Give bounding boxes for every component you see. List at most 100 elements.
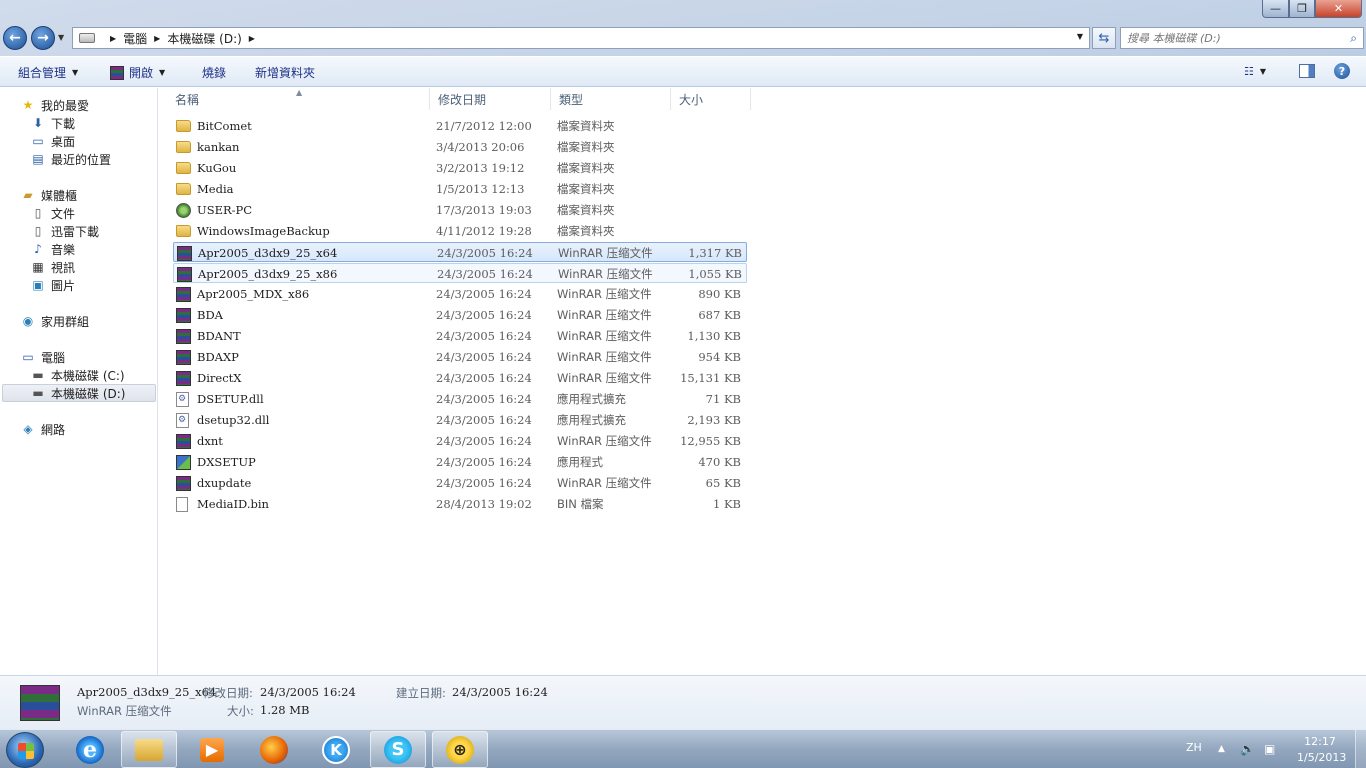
network-status-icon[interactable]: ▣ xyxy=(1264,742,1275,756)
organize-button[interactable]: 組合管理 ▼ xyxy=(18,64,78,81)
details-filetype: WinRAR 压缩文件 xyxy=(77,704,172,718)
file-row[interactable]: BDA 24/3/2005 16:24 WinRAR 压缩文件 687 KB xyxy=(173,305,747,325)
nav-videos[interactable]: ▦ 視訊 xyxy=(30,258,75,276)
homegroup-icon: ◉ xyxy=(22,314,34,328)
file-name: kankan xyxy=(197,140,240,154)
breadcrumb-drive-d[interactable]: 本機磁碟 (D:) xyxy=(167,30,241,47)
column-date[interactable]: 修改日期 xyxy=(430,88,551,110)
file-date: 24/3/2005 16:24 xyxy=(437,267,533,281)
taskbar-media-player[interactable]: ▶ xyxy=(184,731,240,768)
language-indicator[interactable]: ZH xyxy=(1186,741,1202,754)
show-desktop-button[interactable] xyxy=(1355,730,1366,768)
nav-label: 圖片 xyxy=(51,278,76,293)
nav-documents[interactable]: ▯ 文件 xyxy=(30,204,75,222)
nav-computer[interactable]: ▭ 電腦 xyxy=(20,348,65,366)
taskbar-skype[interactable]: S xyxy=(370,731,426,768)
file-row[interactable]: dxnt 24/3/2005 16:24 WinRAR 压缩文件 12,955 KB xyxy=(173,431,747,451)
file-row[interactable]: USER-PC 17/3/2013 19:03 檔案資料夾 xyxy=(173,200,747,220)
close-button[interactable]: ✕ xyxy=(1315,0,1362,18)
search-box[interactable]: ⌕ xyxy=(1120,27,1364,49)
recent-pages-dropdown[interactable]: ▼ xyxy=(58,33,64,42)
file-row[interactable]: kankan 3/4/2013 20:06 檔案資料夾 xyxy=(173,137,747,157)
nav-pictures[interactable]: ▣ 圖片 xyxy=(30,276,75,294)
change-view-button[interactable]: ☷ ▼ xyxy=(1244,65,1266,78)
address-dropdown-icon[interactable]: ▼ xyxy=(1077,32,1083,41)
file-row[interactable]: WindowsImageBackup 4/11/2012 19:28 檔案資料夾 xyxy=(173,221,747,241)
nav-drive-c[interactable]: ▬ 本機磁碟 (C:) xyxy=(30,366,125,384)
chevron-right-icon[interactable]: ▶ xyxy=(249,34,255,43)
file-name: Apr2005_d3dx9_25_x86 xyxy=(198,267,338,281)
winrar-archive-icon xyxy=(176,286,191,302)
column-type[interactable]: 類型 xyxy=(551,88,671,110)
maximize-button[interactable]: ❐ xyxy=(1289,0,1315,18)
file-row[interactable]: DSETUP.dll 24/3/2005 16:24 應用程式擴充 71 KB xyxy=(173,389,747,409)
forward-button[interactable]: → xyxy=(31,26,55,50)
clock-date[interactable]: 1/5/2013 xyxy=(1297,751,1346,764)
preview-pane-button[interactable] xyxy=(1299,64,1315,78)
file-type: WinRAR 压缩文件 xyxy=(557,308,652,322)
music-icon: ♪ xyxy=(34,242,42,256)
file-row[interactable]: dsetup32.dll 24/3/2005 16:24 應用程式擴充 2,193 K… xyxy=(173,410,747,430)
nav-downloads[interactable]: ⬇ 下載 xyxy=(30,114,75,132)
taskbar-explorer[interactable] xyxy=(121,731,177,768)
file-row[interactable]: DirectX 24/3/2005 16:24 WinRAR 压缩文件 15,131 … xyxy=(173,368,747,388)
help-button[interactable]: ? xyxy=(1334,63,1350,79)
nav-network[interactable]: ◈ 網路 xyxy=(20,420,65,438)
file-row[interactable]: BDAXP 24/3/2005 16:24 WinRAR 压缩文件 954 KB xyxy=(173,347,747,367)
network-icon: ◈ xyxy=(23,422,33,436)
nav-xunlei[interactable]: ▯ 迅雷下載 xyxy=(30,222,99,240)
nav-libraries[interactable]: ▰ 媒體櫃 xyxy=(20,186,77,204)
file-row[interactable]: dxupdate 24/3/2005 16:24 WinRAR 压缩文件 65 KB xyxy=(173,473,747,493)
open-button[interactable]: 開啟 ▼ xyxy=(110,64,165,81)
volume-icon[interactable]: 🔈 xyxy=(1240,742,1255,756)
file-date: 1/5/2013 12:13 xyxy=(436,182,525,196)
taskbar-ie[interactable]: e xyxy=(62,731,118,768)
nav-recent[interactable]: ▤ 最近的位置 xyxy=(30,150,111,168)
file-row[interactable]: DXSETUP 24/3/2005 16:24 應用程式 470 KB xyxy=(173,452,747,472)
nav-label: 本機磁碟 (C:) xyxy=(51,368,125,383)
chevron-right-icon[interactable]: ▶ xyxy=(154,34,160,43)
column-size[interactable]: 大小 xyxy=(671,88,751,110)
download-folder-icon: ⬇ xyxy=(32,116,44,130)
file-name: KuGou xyxy=(197,161,237,175)
file-name: DirectX xyxy=(197,371,242,385)
taskbar-network-app[interactable]: ⊕ xyxy=(432,731,488,768)
file-row[interactable]: BitComet 21/7/2012 12:00 檔案資料夾 xyxy=(173,116,747,136)
nav-homegroup[interactable]: ◉ 家用群組 xyxy=(20,312,89,330)
file-row[interactable]: Apr2005_d3dx9_25_x64 24/3/2005 16:24 WinRA… xyxy=(173,242,747,262)
new-folder-button[interactable]: 新增資料夾 xyxy=(255,64,315,81)
minimize-button[interactable]: — xyxy=(1262,0,1289,18)
nav-drive-d[interactable]: ▬ 本機磁碟 (D:) xyxy=(2,384,156,402)
breadcrumb-computer[interactable]: 電腦 xyxy=(123,30,147,47)
address-bar[interactable]: ▶ 電腦 ▶ 本機磁碟 (D:) ▶ ▼ xyxy=(72,27,1090,49)
refresh-button[interactable]: ⇆ xyxy=(1092,27,1116,49)
file-type: WinRAR 压缩文件 xyxy=(557,476,652,490)
file-row[interactable]: BDANT 24/3/2005 16:24 WinRAR 压缩文件 1,130 KB xyxy=(173,326,747,346)
clock-time[interactable]: 12:17 xyxy=(1297,735,1343,748)
search-input[interactable] xyxy=(1127,31,1337,45)
video-icon: ▦ xyxy=(32,260,44,274)
file-row[interactable]: KuGou 3/2/2013 19:12 檔案資料夾 xyxy=(173,158,747,178)
start-button[interactable] xyxy=(6,732,44,768)
chevron-right-icon[interactable]: ▶ xyxy=(110,34,116,43)
details-pane: Apr2005_d3dx9_25_x64 WinRAR 压缩文件 修改日期: 2… xyxy=(0,675,1366,729)
file-size: 1,055 KB xyxy=(688,267,742,281)
file-row[interactable]: Media 1/5/2013 12:13 檔案資料夾 xyxy=(173,179,747,199)
arrow-right-icon: → xyxy=(37,30,49,46)
nav-favorites[interactable]: ★ 我的最愛 xyxy=(20,96,89,114)
taskbar-firefox[interactable] xyxy=(246,731,302,768)
file-row[interactable]: Apr2005_d3dx9_25_x86 24/3/2005 16:24 WinRA… xyxy=(173,263,747,283)
burn-button[interactable]: 燒錄 xyxy=(202,64,226,81)
nav-music[interactable]: ♪ 音樂 xyxy=(30,240,75,258)
search-icon[interactable]: ⌕ xyxy=(1350,31,1357,46)
nav-desktop[interactable]: ▭ 桌面 xyxy=(30,132,75,150)
winrar-archive-icon xyxy=(176,475,191,491)
file-row[interactable]: MediaID.bin 28/4/2013 19:02 BIN 檔案 1 KB xyxy=(173,494,747,514)
file-row[interactable]: Apr2005_MDX_x86 24/3/2005 16:24 WinRAR 压缩文… xyxy=(173,284,747,304)
file-size xyxy=(673,137,741,157)
winrar-icon xyxy=(110,65,124,80)
taskbar-kugou[interactable]: K xyxy=(308,731,364,768)
chevron-up-icon[interactable]: ▲ xyxy=(1218,744,1225,754)
winrar-archive-icon xyxy=(176,307,191,323)
back-button[interactable]: ← xyxy=(3,26,27,50)
